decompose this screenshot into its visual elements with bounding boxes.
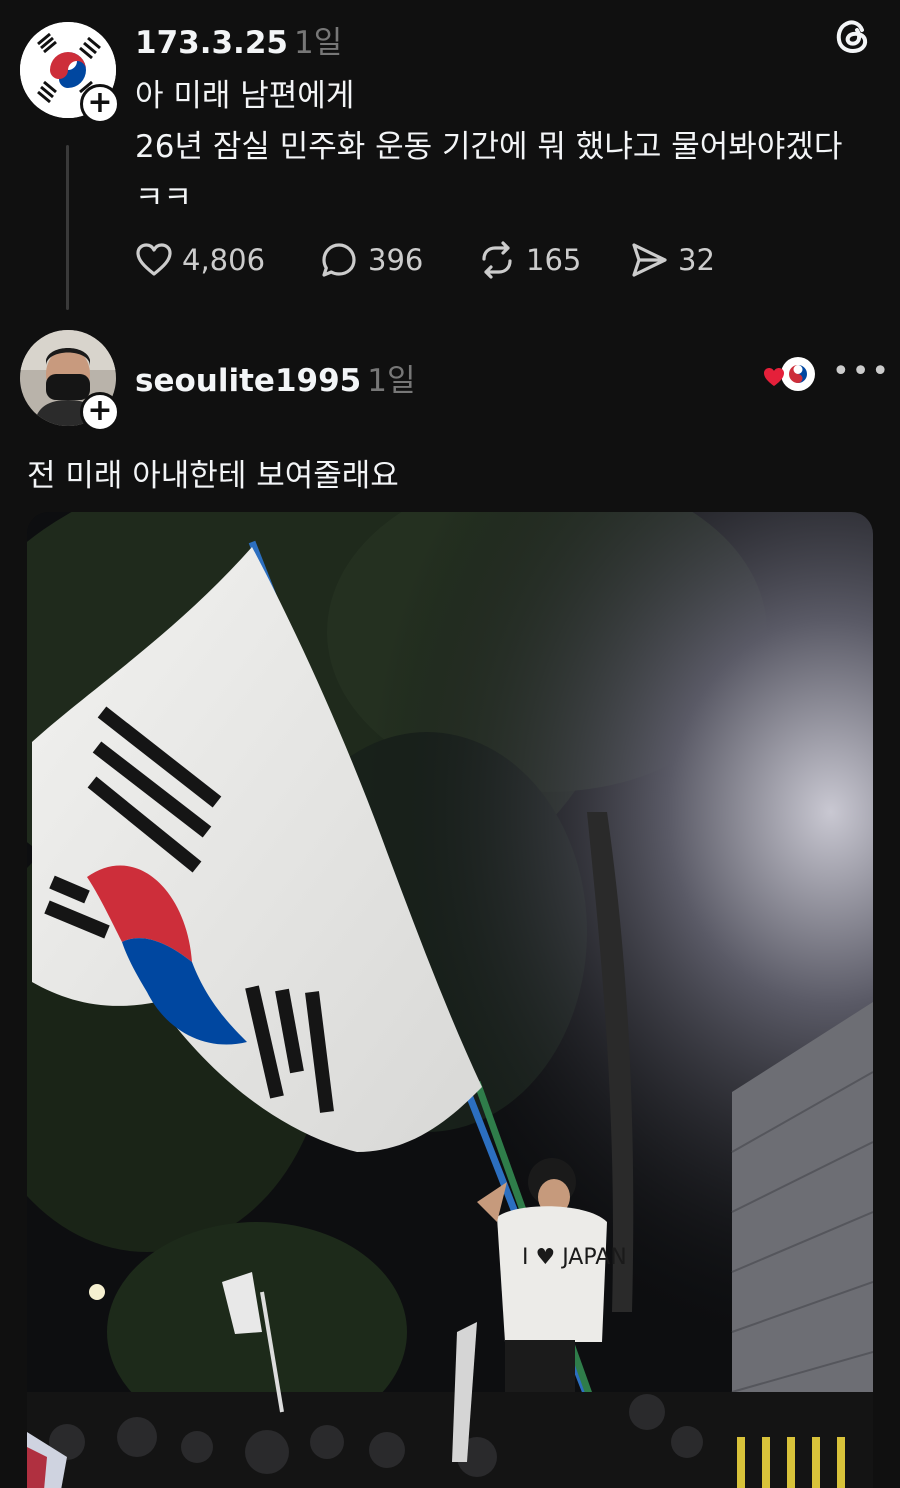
- like-button[interactable]: 4,806: [134, 238, 265, 282]
- post-time: 1일: [293, 25, 343, 61]
- comment-icon: [322, 243, 356, 277]
- comment-button[interactable]: 396: [318, 238, 423, 282]
- like-count: 4,806: [182, 243, 266, 277]
- reply-username[interactable]: seoulite1995 1일: [135, 355, 415, 400]
- post-username[interactable]: 173.3.25 1일: [135, 17, 342, 62]
- post-reply: + seoulite1995 1일 ••• 전 미래 아내한테 보여줄래요 I …: [0, 320, 900, 1488]
- repost-count: 165: [526, 243, 582, 277]
- follow-plus-button[interactable]: +: [80, 392, 120, 432]
- post-line-1: 아 미래 남편에게: [135, 78, 355, 114]
- post-line-2: 26년 잠실 민주화 운동 기간에 뭐 했냐고 물어봐야겠다: [135, 129, 843, 165]
- username-text[interactable]: 173.3.25: [135, 25, 288, 61]
- comment-count: 396: [368, 243, 424, 277]
- repost-button[interactable]: 165: [476, 238, 581, 282]
- protest-flag-photo: I ♥ JAPAN: [27, 512, 873, 1488]
- heart-flag-badge-icon[interactable]: [762, 354, 818, 394]
- reply-time: 1일: [367, 363, 416, 399]
- post-original: + 173.3.25 1일 아 미래 남편에게 26년 잠실 민주화 운동 기간에…: [0, 0, 900, 320]
- repost-icon: [482, 241, 512, 279]
- more-icon[interactable]: •••: [832, 354, 891, 389]
- thread-connector-line: [66, 145, 69, 310]
- threads-logo-icon[interactable]: [832, 16, 872, 56]
- username-text[interactable]: seoulite1995: [135, 363, 361, 399]
- post-line-3: ㅋㅋ: [135, 180, 193, 216]
- post-photo[interactable]: I ♥ JAPAN: [27, 512, 873, 1488]
- share-icon: [632, 243, 667, 277]
- reply-text: 전 미래 아내한테 보여줄래요: [27, 458, 399, 494]
- follow-plus-button[interactable]: +: [80, 84, 120, 124]
- shirt-text: I ♥ JAPAN: [522, 1245, 627, 1270]
- share-button[interactable]: 32: [628, 238, 715, 282]
- heart-icon: [136, 243, 172, 276]
- share-count: 32: [678, 243, 715, 277]
